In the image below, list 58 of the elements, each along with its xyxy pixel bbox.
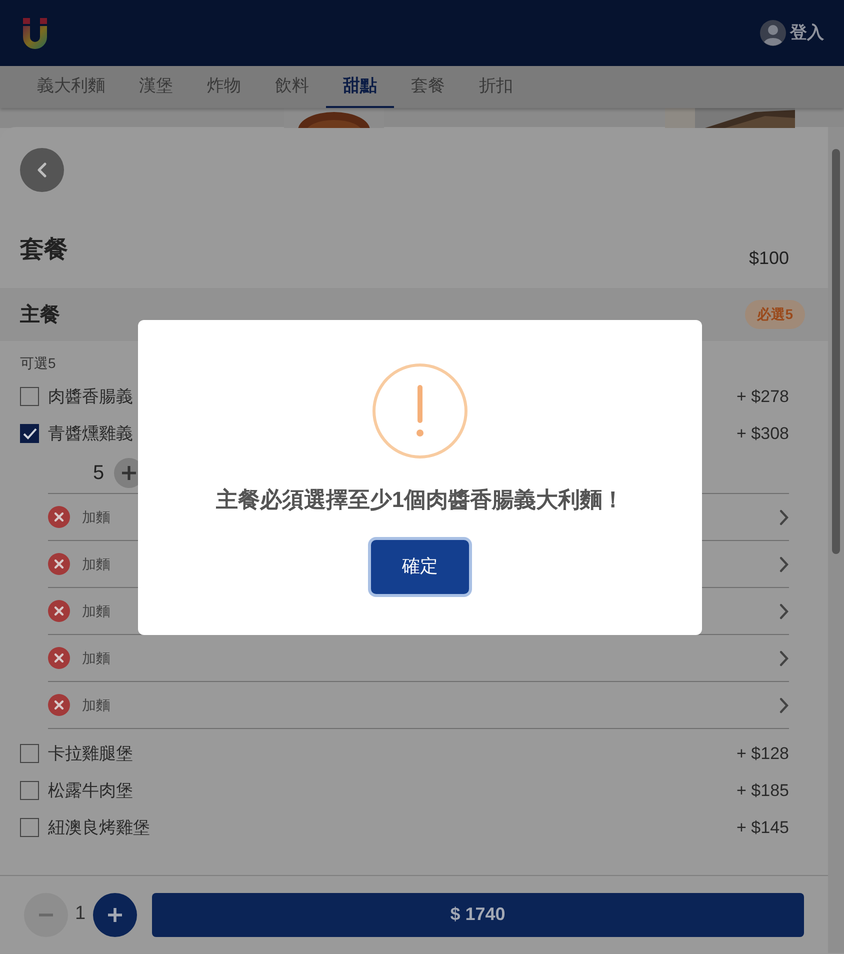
remove-icon[interactable] (48, 694, 70, 716)
remove-icon[interactable] (48, 506, 70, 528)
chevron-right-icon (779, 508, 789, 526)
addon-label: 加麵 (82, 648, 110, 668)
option-price: + $185 (736, 780, 789, 802)
option-name: 青醬燻雞義 (48, 422, 134, 445)
checkbox[interactable] (20, 818, 39, 837)
checkbox[interactable] (20, 781, 39, 800)
addon-label: 加麵 (82, 554, 110, 574)
remove-icon[interactable] (48, 600, 70, 622)
category-tab[interactable]: 套餐 (394, 66, 462, 108)
quantity-value: 5 (93, 460, 104, 486)
product-title: 套餐 (20, 235, 68, 265)
category-tab[interactable]: 義大利麵 (20, 66, 122, 108)
chevron-left-icon (36, 162, 48, 178)
add-to-cart-button[interactable]: $ 1740 (152, 892, 804, 936)
chevron-right-icon (779, 602, 789, 620)
chevron-right-icon (779, 696, 789, 714)
addon-label: 加麵 (82, 696, 110, 714)
section-title: 主餐 (20, 302, 60, 328)
option-name: 紐澳良烤雞堡 (48, 816, 151, 839)
remove-icon[interactable] (48, 553, 70, 575)
avatar-icon (760, 20, 786, 46)
option-price: + $128 (736, 742, 789, 765)
option-name: 松露牛肉堡 (48, 780, 134, 802)
checkbox[interactable] (20, 424, 39, 443)
category-tab[interactable]: 折扣 (462, 66, 530, 108)
plus-icon (108, 908, 122, 922)
required-badge: 必選5 (745, 300, 805, 329)
alert-message: 主餐必須選擇至少1個肉醬香腸義大利麵！ (216, 486, 624, 514)
category-tab[interactable]: 炸物 (190, 66, 258, 108)
remove-icon[interactable] (48, 647, 70, 669)
option-price: + $145 (736, 816, 789, 839)
option-name: 肉醬香腸義 (48, 386, 134, 408)
plus-icon (122, 466, 136, 480)
checkbox[interactable] (20, 744, 39, 763)
product-price: $100 (748, 247, 789, 270)
quantity-value: 1 (75, 902, 86, 926)
checkbox[interactable] (20, 387, 39, 406)
warning-icon (372, 362, 468, 458)
chevron-right-icon (779, 650, 789, 666)
back-button[interactable] (20, 148, 64, 192)
minus-icon (39, 912, 53, 916)
addon-label: 加麵 (82, 508, 110, 526)
addon-row[interactable]: 加麵 (48, 682, 789, 729)
plus-button[interactable] (92, 892, 137, 936)
chevron-right-icon (779, 556, 789, 572)
option-price: + $278 (736, 386, 789, 408)
hint-text: 可選5 (19, 354, 57, 373)
scrollbar-thumb[interactable] (832, 149, 840, 554)
addon-label: 加麵 (82, 602, 110, 620)
category-tab[interactable]: 漢堡 (122, 66, 190, 108)
option-name: 卡拉雞腿堡 (48, 742, 134, 765)
logo-icon[interactable] (22, 16, 48, 50)
login-button[interactable]: 登入 (760, 20, 824, 46)
check-icon (22, 427, 38, 440)
category-tab[interactable]: 飲料 (258, 66, 326, 108)
option-price: + $308 (736, 422, 789, 445)
